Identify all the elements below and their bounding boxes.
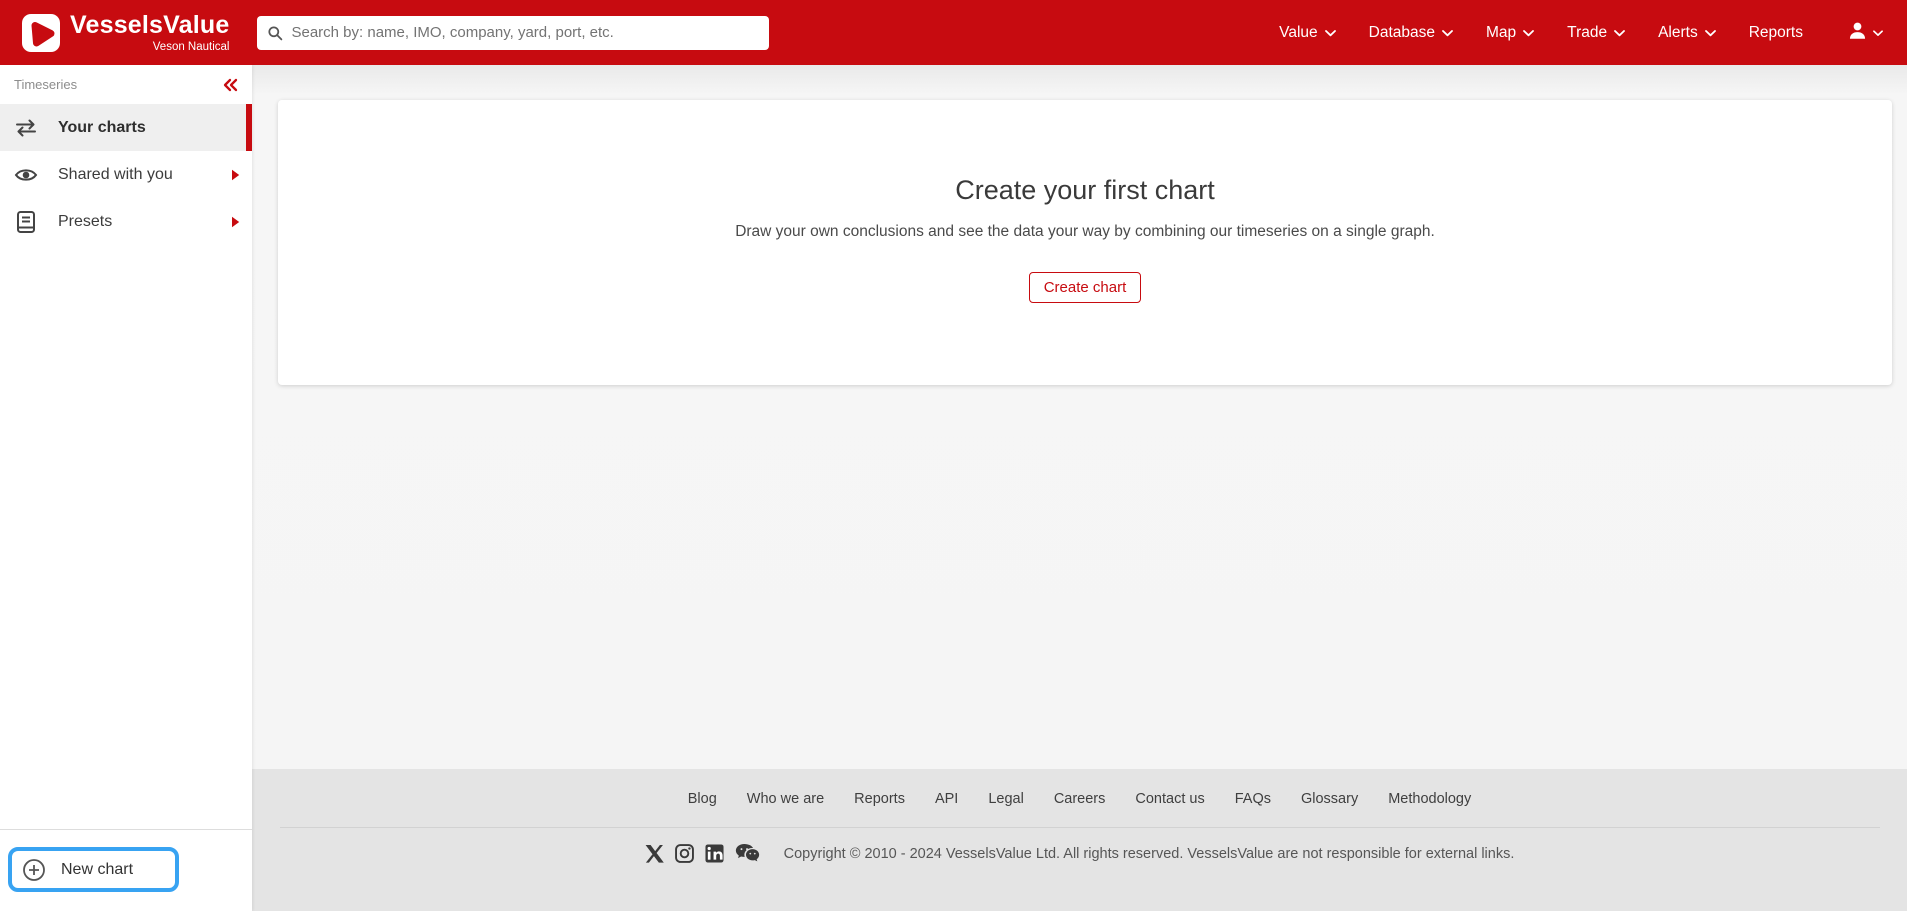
footer-divider — [280, 827, 1880, 828]
wechat-icon[interactable] — [735, 843, 760, 864]
top-navigation-bar: VesselsValue Veson Nautical Value Databa… — [0, 0, 1907, 65]
footer-link-blog[interactable]: Blog — [688, 791, 717, 807]
footer-link-contact-us[interactable]: Contact us — [1135, 791, 1204, 807]
sidebar-item-your-charts[interactable]: Your charts — [0, 104, 252, 151]
chevron-down-icon — [1442, 24, 1453, 42]
caret-right-icon — [231, 169, 240, 181]
nav-item-trade[interactable]: Trade — [1567, 24, 1625, 42]
chevron-down-icon — [1705, 24, 1716, 42]
copyright-text: Copyright © 2010 - 2024 VesselsValue Ltd… — [784, 846, 1515, 862]
chevron-down-icon — [1523, 24, 1534, 42]
nav-item-map[interactable]: Map — [1486, 24, 1534, 42]
chevron-down-icon — [1325, 24, 1336, 42]
empty-state-card: Create your first chart Draw your own co… — [278, 100, 1892, 385]
main-content: Create your first chart Draw your own co… — [252, 65, 1907, 769]
user-icon — [1847, 20, 1868, 46]
footer-link-reports[interactable]: Reports — [854, 791, 905, 807]
user-account-menu[interactable] — [1847, 20, 1883, 46]
collapse-sidebar-icon[interactable] — [222, 78, 238, 92]
sidebar-item-label: Shared with you — [58, 166, 173, 184]
linkedin-icon[interactable] — [705, 844, 724, 863]
footer-link-glossary[interactable]: Glossary — [1301, 791, 1358, 807]
footer-link-api[interactable]: API — [935, 791, 958, 807]
sidebar-item-shared-with-you[interactable]: Shared with you — [0, 151, 252, 198]
new-chart-button[interactable]: New chart — [8, 847, 179, 892]
chevron-down-icon — [1614, 24, 1625, 42]
sidebar-item-label: Presets — [58, 213, 112, 231]
brand-tagline: Veson Nautical — [153, 41, 230, 53]
search-input[interactable] — [291, 24, 759, 41]
book-icon — [14, 210, 38, 234]
footer-links: Blog Who we are Reports API Legal Career… — [252, 791, 1907, 807]
chevron-down-icon — [1873, 24, 1883, 42]
footer-link-methodology[interactable]: Methodology — [1388, 791, 1471, 807]
empty-state-description: Draw your own conclusions and see the da… — [278, 223, 1892, 241]
footer-link-careers[interactable]: Careers — [1054, 791, 1106, 807]
nav-item-alerts[interactable]: Alerts — [1658, 24, 1716, 42]
empty-state-title: Create your first chart — [278, 175, 1892, 206]
vesselsvalue-logo-icon — [22, 14, 60, 52]
primary-nav: Value Database Map Trade Alerts Reports — [1279, 24, 1803, 42]
footer-link-legal[interactable]: Legal — [988, 791, 1023, 807]
brand-name: VesselsValue — [70, 13, 229, 38]
x-twitter-icon[interactable] — [645, 845, 664, 863]
sidebar-item-presets[interactable]: Presets — [0, 198, 252, 245]
timeseries-sidebar: Timeseries Your charts — [0, 65, 252, 911]
caret-right-icon — [231, 216, 240, 228]
nav-item-database[interactable]: Database — [1369, 24, 1453, 42]
global-search — [257, 16, 769, 50]
new-chart-label: New chart — [61, 861, 133, 879]
search-icon — [267, 25, 283, 41]
vesselsvalue-logo[interactable]: VesselsValue Veson Nautical — [22, 13, 229, 53]
sidebar-item-label: Your charts — [58, 119, 146, 137]
play-triangle-icon — [22, 14, 60, 52]
nav-item-reports[interactable]: Reports — [1749, 24, 1803, 42]
create-chart-button[interactable]: Create chart — [1029, 272, 1142, 303]
page-footer: Blog Who we are Reports API Legal Career… — [252, 769, 1907, 911]
sidebar-section-label: Timeseries — [14, 77, 77, 92]
instagram-icon[interactable] — [675, 844, 694, 863]
eye-icon — [14, 166, 38, 184]
plus-circle-icon — [22, 858, 46, 882]
nav-item-value[interactable]: Value — [1279, 24, 1336, 42]
footer-link-faqs[interactable]: FAQs — [1235, 791, 1271, 807]
footer-link-who-we-are[interactable]: Who we are — [747, 791, 824, 807]
swap-arrows-icon — [14, 118, 38, 138]
